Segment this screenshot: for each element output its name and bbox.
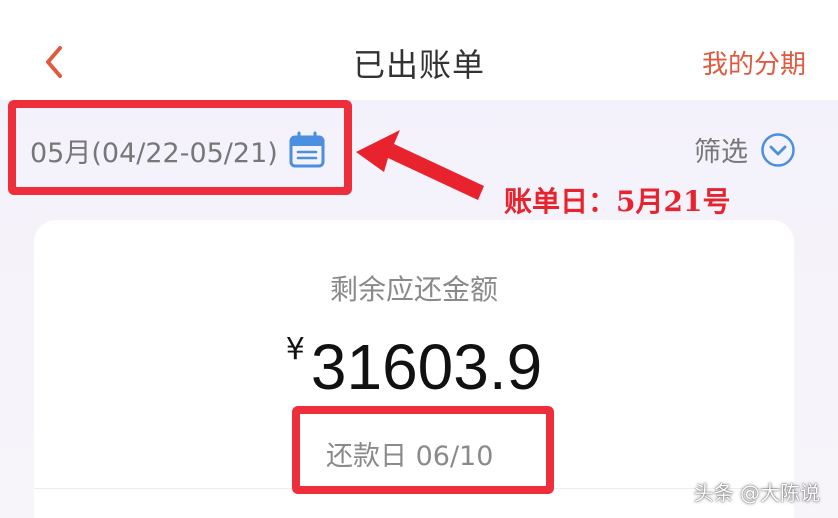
bill-screen: 已出账单 我的分期 05月(04/22-05/21) 筛选 剩余应还金额 ¥31…: [0, 0, 838, 518]
my-installment-link[interactable]: 我的分期: [702, 44, 806, 81]
currency-symbol: ¥: [285, 332, 305, 367]
annotation-arrow-icon: [356, 130, 484, 200]
chevron-down-circle-icon: [761, 132, 795, 167]
header-bar: 已出账单 我的分期: [0, 0, 838, 100]
watermark: 头条 @大陈说: [693, 481, 820, 505]
remaining-amount-label: 剩余应还金额: [329, 273, 498, 306]
filter-button[interactable]: 筛选: [694, 130, 796, 169]
statement-day-annotation: 账单日：5月21号: [504, 185, 731, 218]
filter-label: 筛选: [694, 137, 748, 168]
annotation-box-due-date: [292, 406, 554, 494]
remaining-amount-value: 31603.9: [310, 331, 543, 403]
amount-row: ¥31603.9: [34, 330, 794, 404]
annotation-box-billing-period: [8, 100, 352, 195]
